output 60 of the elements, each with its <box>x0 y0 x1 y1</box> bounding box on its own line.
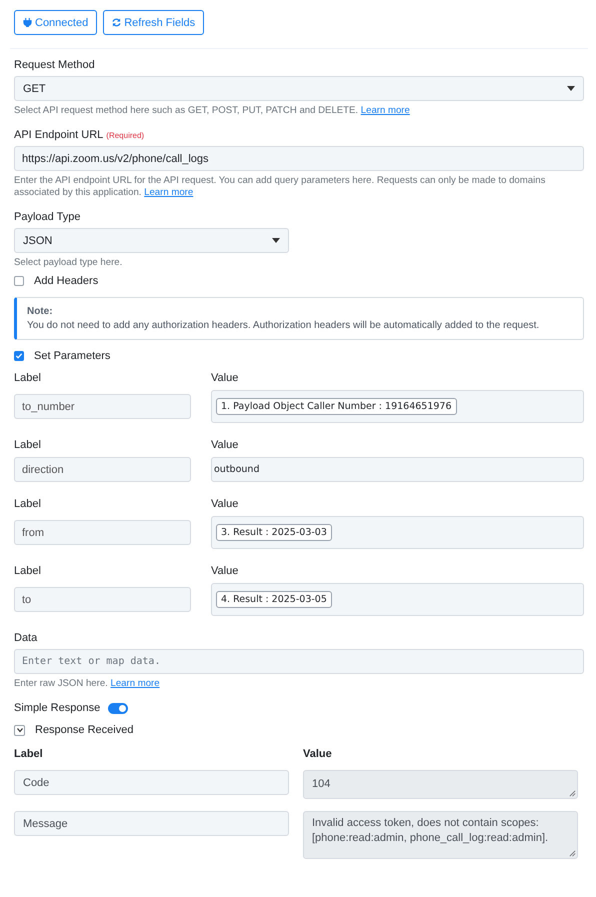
mapped-value-tag: 1. Payload Object Caller Number : 19164651976 <box>216 398 457 415</box>
checkbox-label: Set Parameters <box>34 350 110 362</box>
url-field[interactable]: https://api.zoom.us/v2/phone/call_logs <box>14 146 584 171</box>
resize-grip-icon <box>569 790 576 797</box>
field-label: Value <box>211 565 240 577</box>
section-title: Response Received <box>35 724 134 736</box>
expand-toggle[interactable] <box>14 724 25 736</box>
parameter-label-field[interactable]: to <box>14 587 191 612</box>
help-text: Select payload type here. <box>14 257 124 269</box>
parameter-label-field[interactable]: to_number <box>14 394 191 419</box>
resize-grip-icon <box>569 850 576 857</box>
note-text: You do not need to add any authorization headers. Authorization headers will be automatically added to the request. <box>27 320 540 331</box>
help-text: Select API request method here such as GET, POST, PUT, PATCH and DELETE. Learn more <box>14 105 411 117</box>
field-label: Label <box>14 372 42 384</box>
toggle-label: Simple Response <box>14 702 100 714</box>
response-label-field: Message <box>14 811 289 836</box>
caret-icon <box>567 86 575 91</box>
method-dropdown[interactable]: GET <box>14 76 584 101</box>
toggle-switch[interactable] <box>108 702 128 714</box>
mapped-value-tag: 3. Result : 2025-03-03 <box>216 524 332 541</box>
field-label: Value <box>211 439 240 451</box>
field-label: Data <box>14 632 38 644</box>
note-title: Note: <box>27 306 54 317</box>
refresh-button[interactable]: Refresh Fields <box>103 10 204 35</box>
field-label: Label <box>14 498 42 510</box>
checkbox[interactable] <box>14 351 24 361</box>
learn-more-link[interactable]: Learn more <box>110 678 160 689</box>
parameter-value-field[interactable]: outbound <box>211 457 584 482</box>
response-label-field: Code <box>14 770 289 795</box>
data-field[interactable]: Enter text or map data. <box>14 649 584 674</box>
field-label: Label <box>14 565 42 577</box>
response-value-field: Invalid access token, does not contain scopes: [phone:read:admin, phone_call_log:read:admin]. <box>303 811 578 859</box>
parameter-label-field[interactable]: direction <box>14 457 191 482</box>
refresh-icon <box>112 18 122 27</box>
mapped-value-tag: 4. Result : 2025-03-05 <box>216 591 332 608</box>
chevron-down-icon <box>16 727 22 733</box>
help-text: Enter the API endpoint URL for the API request. You can add query parameters here. Requests can only be made to domains associated by this application. Learn more <box>14 175 546 199</box>
required-marker: (Required) <box>106 131 144 140</box>
connected-button[interactable]: Connected <box>14 10 98 35</box>
learn-more-link[interactable]: Learn more <box>144 187 194 198</box>
field-label: API Endpoint URL <box>14 129 104 141</box>
response-value-field: 104 <box>303 770 578 799</box>
caret-icon <box>272 238 280 243</box>
plug-icon <box>23 18 32 27</box>
payload-type-dropdown[interactable]: JSON <box>14 228 289 253</box>
field-label: Value <box>211 498 240 510</box>
learn-more-link[interactable]: Learn more <box>360 105 410 116</box>
field-label: Request Method <box>14 59 96 71</box>
column-header: Label <box>14 748 44 760</box>
parameter-value-field[interactable]: 3. Result : 2025-03-03 <box>211 516 584 549</box>
checkbox-label: Add Headers <box>34 275 98 287</box>
help-text: Enter raw JSON here. Learn more <box>14 678 161 690</box>
field-label: Label <box>14 439 42 451</box>
parameter-label-field[interactable]: from <box>14 520 191 545</box>
parameter-value-field[interactable]: 4. Result : 2025-03-05 <box>211 583 584 616</box>
field-label: Payload Type <box>14 211 82 223</box>
parameter-value-field[interactable]: 1. Payload Object Caller Number : 19164651976 <box>211 390 584 423</box>
field-label: Value <box>211 372 240 384</box>
column-header: Value <box>303 748 333 760</box>
checkbox[interactable] <box>14 276 24 286</box>
